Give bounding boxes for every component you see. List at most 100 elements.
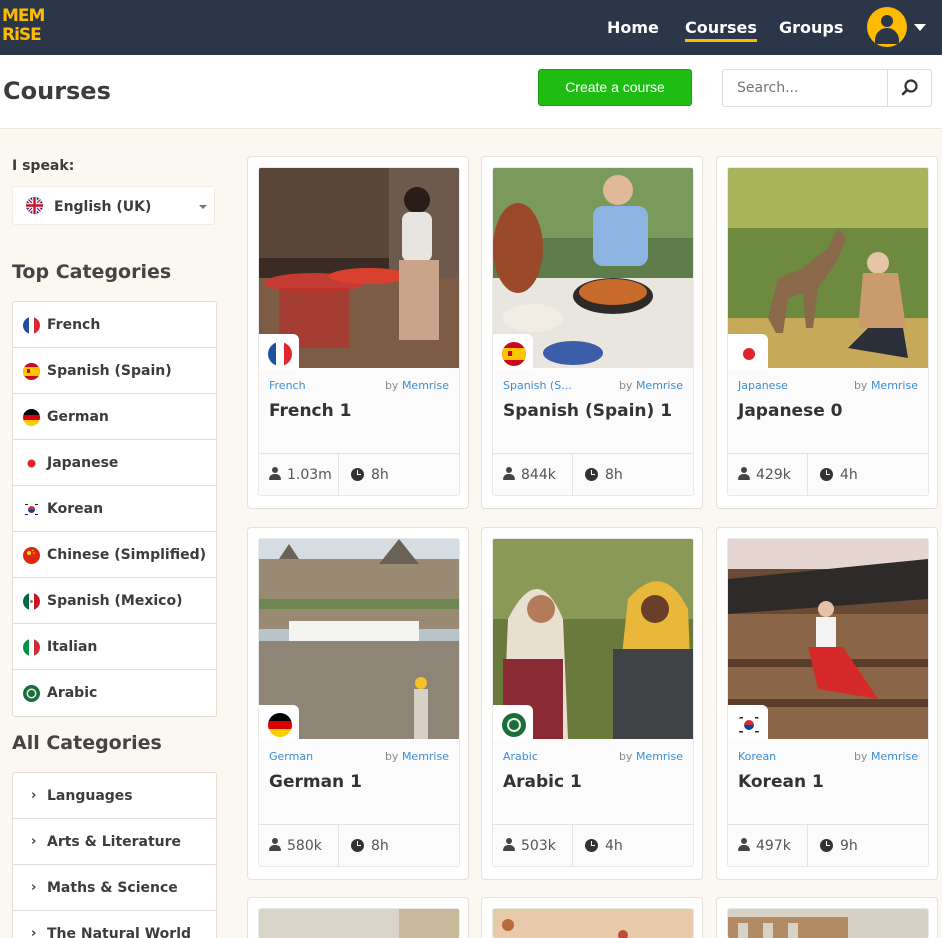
course-card-korean-1[interactable]: Korean by Memrise Korean 1 497k 9h <box>716 527 938 880</box>
course-card-partial-2[interactable] <box>481 897 703 938</box>
course-card-german-1[interactable]: German by Memrise German 1 580k 8h <box>247 527 469 880</box>
category-item-natural-world[interactable]: › The Natural World <box>13 911 216 938</box>
category-label: Spanish (Mexico) <box>47 593 183 609</box>
arabic-flag-icon <box>502 713 526 737</box>
course-card-arabic-1[interactable]: Arabic by Memrise Arabic 1 503k 4h <box>481 527 703 880</box>
course-image <box>259 909 459 938</box>
category-label: Korean <box>47 501 104 517</box>
account-menu-caret-icon[interactable] <box>914 24 926 31</box>
clock-icon <box>351 839 364 852</box>
category-item-spanish-mexico[interactable]: Spanish (Mexico) <box>13 578 216 624</box>
category-item-korean[interactable]: Korean <box>13 486 216 532</box>
avatar-body-icon <box>875 28 899 44</box>
category-item-chinese-simplified[interactable]: Chinese (Simplified) <box>13 532 216 578</box>
search-input[interactable] <box>723 70 889 106</box>
duration-value: 8h <box>371 467 389 483</box>
category-item-italian[interactable]: Italian <box>13 624 216 670</box>
page-header: Courses Create a course <box>0 55 942 129</box>
category-label: Maths & Science <box>47 880 178 896</box>
course-card-partial-3[interactable] <box>716 897 938 938</box>
duration-value: 4h <box>605 838 623 854</box>
course-card-french-1[interactable]: French by Memrise French 1 1.03m 8h <box>247 156 469 509</box>
course-category-link[interactable]: French <box>269 379 306 392</box>
author-link[interactable]: Memrise <box>636 379 683 392</box>
logo-line-1: MEM <box>2 6 45 26</box>
course-image <box>493 909 693 938</box>
author-link[interactable]: Memrise <box>871 379 918 392</box>
user-icon <box>738 838 750 852</box>
category-item-german[interactable]: German <box>13 394 216 440</box>
author-link[interactable]: Memrise <box>871 750 918 763</box>
author-link[interactable]: Memrise <box>402 750 449 763</box>
learners-value: 497k <box>756 838 791 854</box>
category-item-french[interactable]: French <box>13 302 216 348</box>
course-category-link[interactable]: Japanese <box>738 379 788 392</box>
course-card-partial-1[interactable] <box>247 897 469 938</box>
course-category-link[interactable]: Korean <box>738 750 776 763</box>
clock-icon <box>585 839 598 852</box>
spain-flag-icon <box>502 342 526 366</box>
course-category-link[interactable]: Spanish (S... <box>503 379 572 392</box>
category-item-japanese[interactable]: Japanese <box>13 440 216 486</box>
course-author: by Memrise <box>854 379 918 392</box>
korea-flag-icon <box>23 501 40 518</box>
category-item-arts-literature[interactable]: › Arts & Literature <box>13 819 216 865</box>
french-flag-icon <box>23 317 40 334</box>
course-stats: 497k 9h <box>728 824 928 866</box>
course-title[interactable]: Korean 1 <box>738 772 824 792</box>
learners-count: 497k <box>728 825 808 866</box>
course-card-spanish-spain-1[interactable]: Spanish (S... by Memrise Spanish (Spain)… <box>481 156 703 509</box>
language-select-value: English (UK) <box>54 199 152 215</box>
course-title[interactable]: Arabic 1 <box>503 772 582 792</box>
nav-courses-link[interactable]: Courses <box>685 18 757 42</box>
course-stats: 1.03m 8h <box>259 453 459 495</box>
course-title[interactable]: German 1 <box>269 772 362 792</box>
nav-groups-link[interactable]: Groups <box>779 18 843 37</box>
learners-count: 429k <box>728 454 808 495</box>
category-label: Italian <box>47 639 98 655</box>
course-category-link[interactable]: Arabic <box>503 750 538 763</box>
author-link[interactable]: Memrise <box>402 379 449 392</box>
course-flag-badge <box>493 705 533 741</box>
course-stats: 429k 4h <box>728 453 928 495</box>
category-item-arabic[interactable]: Arabic <box>13 670 216 716</box>
user-avatar[interactable] <box>867 7 907 47</box>
category-label: Spanish (Spain) <box>47 363 172 379</box>
course-stats: 503k 4h <box>493 824 693 866</box>
course-duration: 9h <box>808 825 928 866</box>
category-label: Arts & Literature <box>47 834 182 850</box>
arabic-flag-icon <box>23 685 40 702</box>
author-prefix: by <box>384 379 399 392</box>
course-card-japanese-0[interactable]: Japanese by Memrise Japanese 0 429k 4h <box>716 156 938 509</box>
author-link[interactable]: Memrise <box>636 750 683 763</box>
category-item-spanish-spain[interactable]: Spanish (Spain) <box>13 348 216 394</box>
category-item-languages[interactable]: › Languages <box>13 773 216 819</box>
course-title[interactable]: French 1 <box>269 401 351 421</box>
category-label: Chinese (Simplified) <box>47 547 206 563</box>
course-duration: 8h <box>339 454 459 495</box>
category-label: Arabic <box>47 685 98 701</box>
course-duration: 8h <box>339 825 459 866</box>
user-icon <box>738 467 750 481</box>
search-button[interactable] <box>887 70 931 106</box>
clock-icon <box>820 468 833 481</box>
top-categories-title: Top Categories <box>12 261 172 283</box>
category-label: German <box>47 409 109 425</box>
user-icon <box>269 467 281 481</box>
korea-flag-icon <box>737 713 761 737</box>
create-course-button[interactable]: Create a course <box>538 69 692 106</box>
course-title[interactable]: Japanese 0 <box>738 401 842 421</box>
author-prefix: by <box>853 750 868 763</box>
language-select[interactable]: English (UK) <box>12 186 215 225</box>
clock-icon <box>820 839 833 852</box>
avatar-head-icon <box>881 15 893 27</box>
category-item-maths-science[interactable]: › Maths & Science <box>13 865 216 911</box>
author-prefix: by <box>384 750 399 763</box>
course-title[interactable]: Spanish (Spain) 1 <box>503 401 672 421</box>
learners-value: 429k <box>756 467 791 483</box>
japan-flag-icon <box>737 342 761 366</box>
course-category-link[interactable]: German <box>269 750 313 763</box>
germany-flag-icon <box>268 713 292 737</box>
nav-home-link[interactable]: Home <box>607 18 659 37</box>
memrise-logo[interactable]: MEM RiSE <box>2 7 46 47</box>
